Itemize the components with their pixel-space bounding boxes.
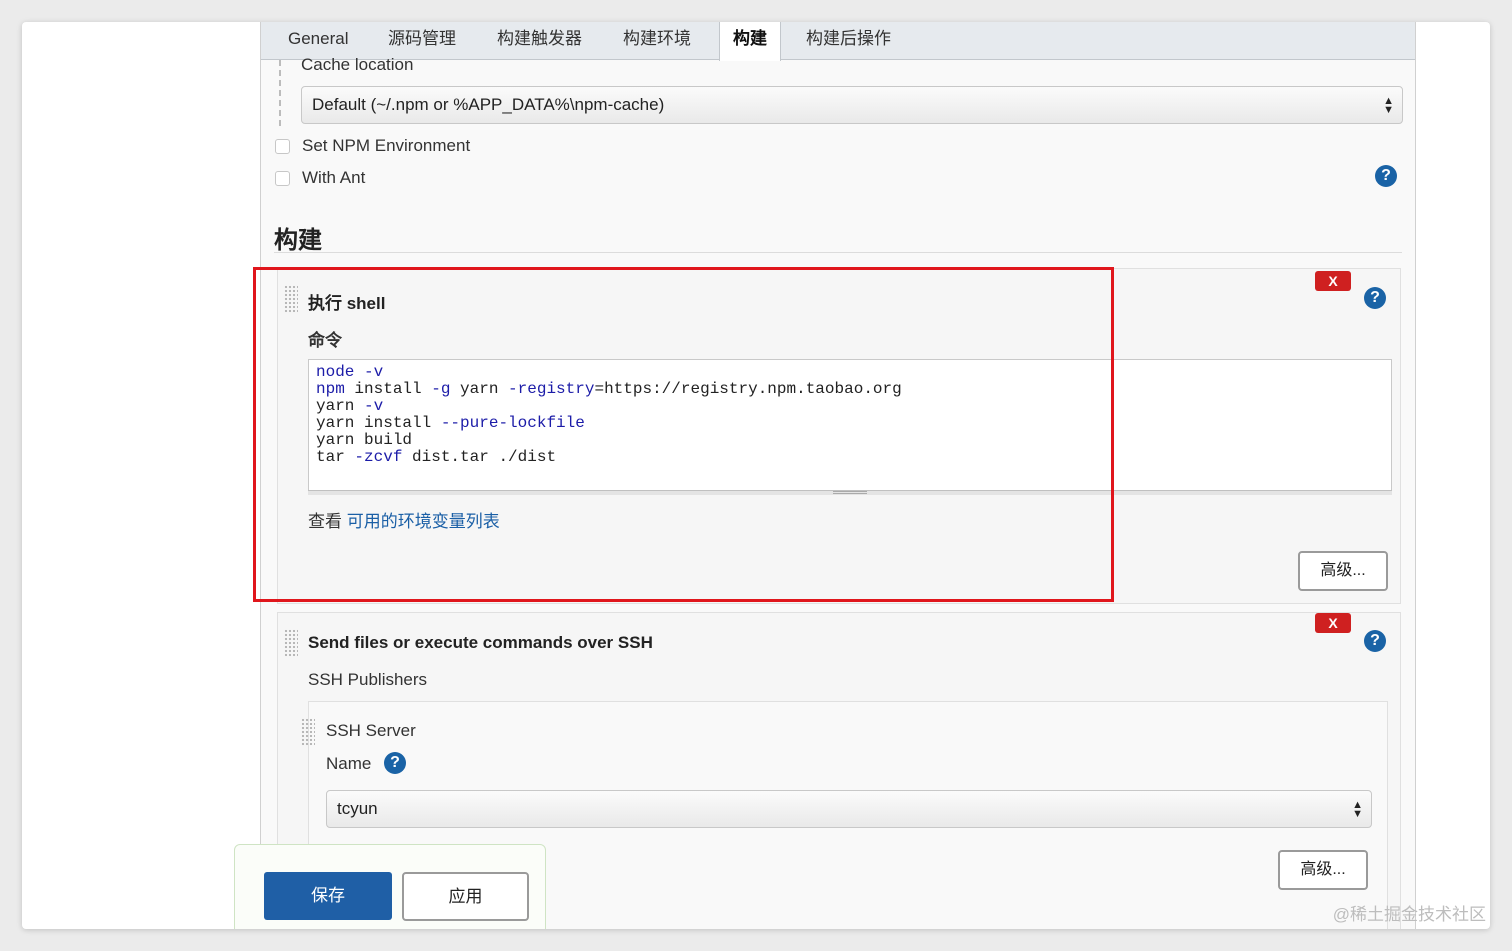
ssh-step-title: Send files or execute commands over SSH bbox=[308, 633, 653, 652]
cache-location-label: Cache location bbox=[301, 55, 414, 74]
ssh-advanced-button[interactable]: 高级... bbox=[1278, 850, 1368, 890]
save-apply-bar: 保存 应用 bbox=[234, 844, 546, 929]
with-ant-label: With Ant bbox=[302, 168, 366, 187]
build-section-title: 构建 bbox=[274, 227, 322, 254]
config-tab-bar: General 源码管理 构建触发器 构建环境 构建 构建后操作 bbox=[261, 22, 1415, 61]
ssh-publishers-label: SSH Publishers bbox=[308, 670, 428, 689]
cache-location-select[interactable]: Default (~/.npm or %APP_DATA%\npm-cache)… bbox=[301, 86, 1403, 124]
tab-post-build-actions[interactable]: 构建后操作 bbox=[793, 22, 904, 60]
execute-shell-help-icon[interactable]: ? bbox=[1364, 287, 1386, 309]
highlight-box bbox=[253, 267, 1114, 602]
apply-button[interactable]: 应用 bbox=[402, 872, 529, 921]
with-ant-checkbox[interactable] bbox=[275, 171, 290, 186]
delete-ssh-step-button[interactable]: X bbox=[1315, 613, 1351, 633]
set-npm-environment-checkbox[interactable] bbox=[275, 139, 290, 154]
tab-build-environment[interactable]: 构建环境 bbox=[610, 22, 704, 60]
watermark-text: @稀土掘金技术社区 bbox=[1332, 905, 1486, 924]
cache-location-value: Default (~/.npm or %APP_DATA%\npm-cache) bbox=[312, 95, 665, 114]
tab-build-triggers[interactable]: 构建触发器 bbox=[484, 22, 595, 60]
ssh-name-value: tcyun bbox=[337, 799, 378, 818]
with-ant-help-icon[interactable]: ? bbox=[1375, 165, 1397, 187]
save-button[interactable]: 保存 bbox=[264, 872, 392, 920]
nested-indent-line bbox=[279, 60, 281, 126]
ssh-name-select[interactable]: tcyun ▲ ▼ bbox=[326, 790, 1372, 828]
select-arrows-icon: ▲ ▼ bbox=[1383, 95, 1394, 116]
section-divider bbox=[274, 252, 1402, 253]
delete-step-button[interactable]: X bbox=[1315, 271, 1351, 291]
ssh-name-label: Name bbox=[326, 754, 372, 773]
ssh-step-help-icon[interactable]: ? bbox=[1364, 630, 1386, 652]
drag-handle-icon[interactable] bbox=[284, 629, 298, 657]
ssh-server-label: SSH Server bbox=[326, 721, 416, 740]
drag-handle-icon[interactable] bbox=[301, 718, 315, 746]
tab-build[interactable]: 构建 bbox=[719, 22, 781, 61]
set-npm-environment-label: Set NPM Environment bbox=[302, 136, 471, 155]
shell-advanced-button[interactable]: 高级... bbox=[1298, 551, 1388, 591]
ssh-name-help-icon[interactable]: ? bbox=[384, 752, 406, 774]
select-arrows-icon: ▲ ▼ bbox=[1352, 799, 1363, 820]
